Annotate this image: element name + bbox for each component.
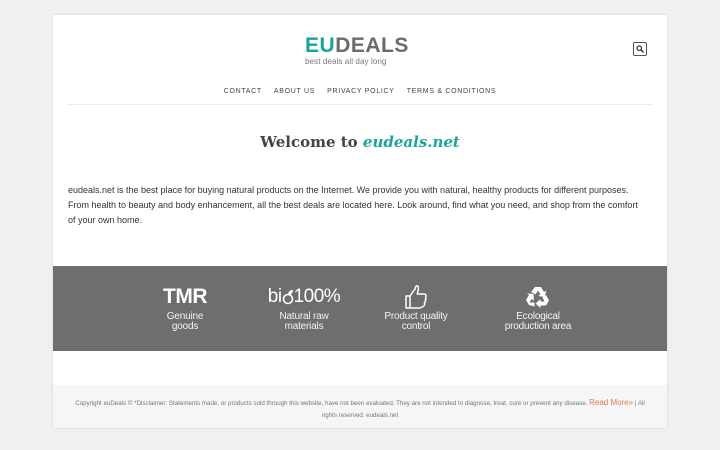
intro-paragraph: eudeals.net is the best place for buying… xyxy=(68,185,638,225)
feature-genuine-goods: TMR Genuine goods xyxy=(153,266,217,351)
bio-mark-a: bi xyxy=(267,286,282,307)
nav-about-us[interactable]: ABOUT US xyxy=(274,88,315,95)
feature-label-line2: materials xyxy=(284,321,324,332)
logo-tagline: best deals all day long xyxy=(305,57,387,66)
nav-divider xyxy=(68,104,652,105)
feature-natural-materials: bi 100% Natural raw materials xyxy=(263,266,345,351)
leaf-icon xyxy=(282,290,293,305)
tmr-icon: TMR xyxy=(153,284,217,310)
feature-label: Ecological production area xyxy=(493,312,583,332)
page-container: EUDEALS best deals all day long CONTACT … xyxy=(53,15,667,428)
feature-label: Product quality control xyxy=(375,312,457,332)
nav-privacy-policy[interactable]: PRIVACY POLICY xyxy=(327,88,395,95)
welcome-heading: Welcome to eudeals.net xyxy=(53,133,667,151)
logo-deals: DEALS xyxy=(335,34,409,57)
footer-text: Copyright euDeals © *Disclaimer: Stateme… xyxy=(68,397,652,422)
recycle-icon-wrap xyxy=(493,284,583,310)
site-footer: Copyright euDeals © *Disclaimer: Stateme… xyxy=(53,385,667,428)
features-band: TMR Genuine goods bi 100% Natural raw mater… xyxy=(53,266,667,351)
tmr-mark: TMR xyxy=(163,285,208,308)
bio-mark-b: 100% xyxy=(293,286,341,307)
thumbs-up-icon xyxy=(405,285,427,309)
nav-terms-conditions[interactable]: TERMS & CONDITIONS xyxy=(407,88,497,95)
feature-label-line2: goods xyxy=(171,321,199,332)
bio-100-icon: bi 100% xyxy=(263,284,345,310)
welcome-brand: eudeals.net xyxy=(362,133,460,151)
feature-quality-control: Product quality control xyxy=(375,266,457,351)
logo-wordmark: EUDEALS xyxy=(305,35,415,56)
read-more-link[interactable]: Read More» xyxy=(589,398,633,407)
thumbs-up-icon-wrap xyxy=(375,284,457,310)
footer-copyright: Copyright euDeals © *Disclaimer: Stateme… xyxy=(75,400,588,407)
feature-ecological-production: Ecological production area xyxy=(493,266,583,351)
feature-label: Genuine goods xyxy=(153,312,217,332)
feature-label: Natural raw materials xyxy=(263,312,345,332)
main-nav: CONTACT ABOUT US PRIVACY POLICY TERMS & … xyxy=(53,88,667,95)
nav-contact[interactable]: CONTACT xyxy=(224,88,262,95)
logo-eu: EU xyxy=(305,34,336,57)
site-logo[interactable]: EUDEALS best deals all day long xyxy=(305,35,415,67)
feature-label-line2: production area xyxy=(504,321,572,332)
feature-label-line2: control xyxy=(401,321,431,332)
recycle-icon xyxy=(526,287,549,308)
search-icon xyxy=(636,45,644,53)
search-button[interactable] xyxy=(633,42,647,56)
welcome-prefix: Welcome to xyxy=(260,133,358,151)
